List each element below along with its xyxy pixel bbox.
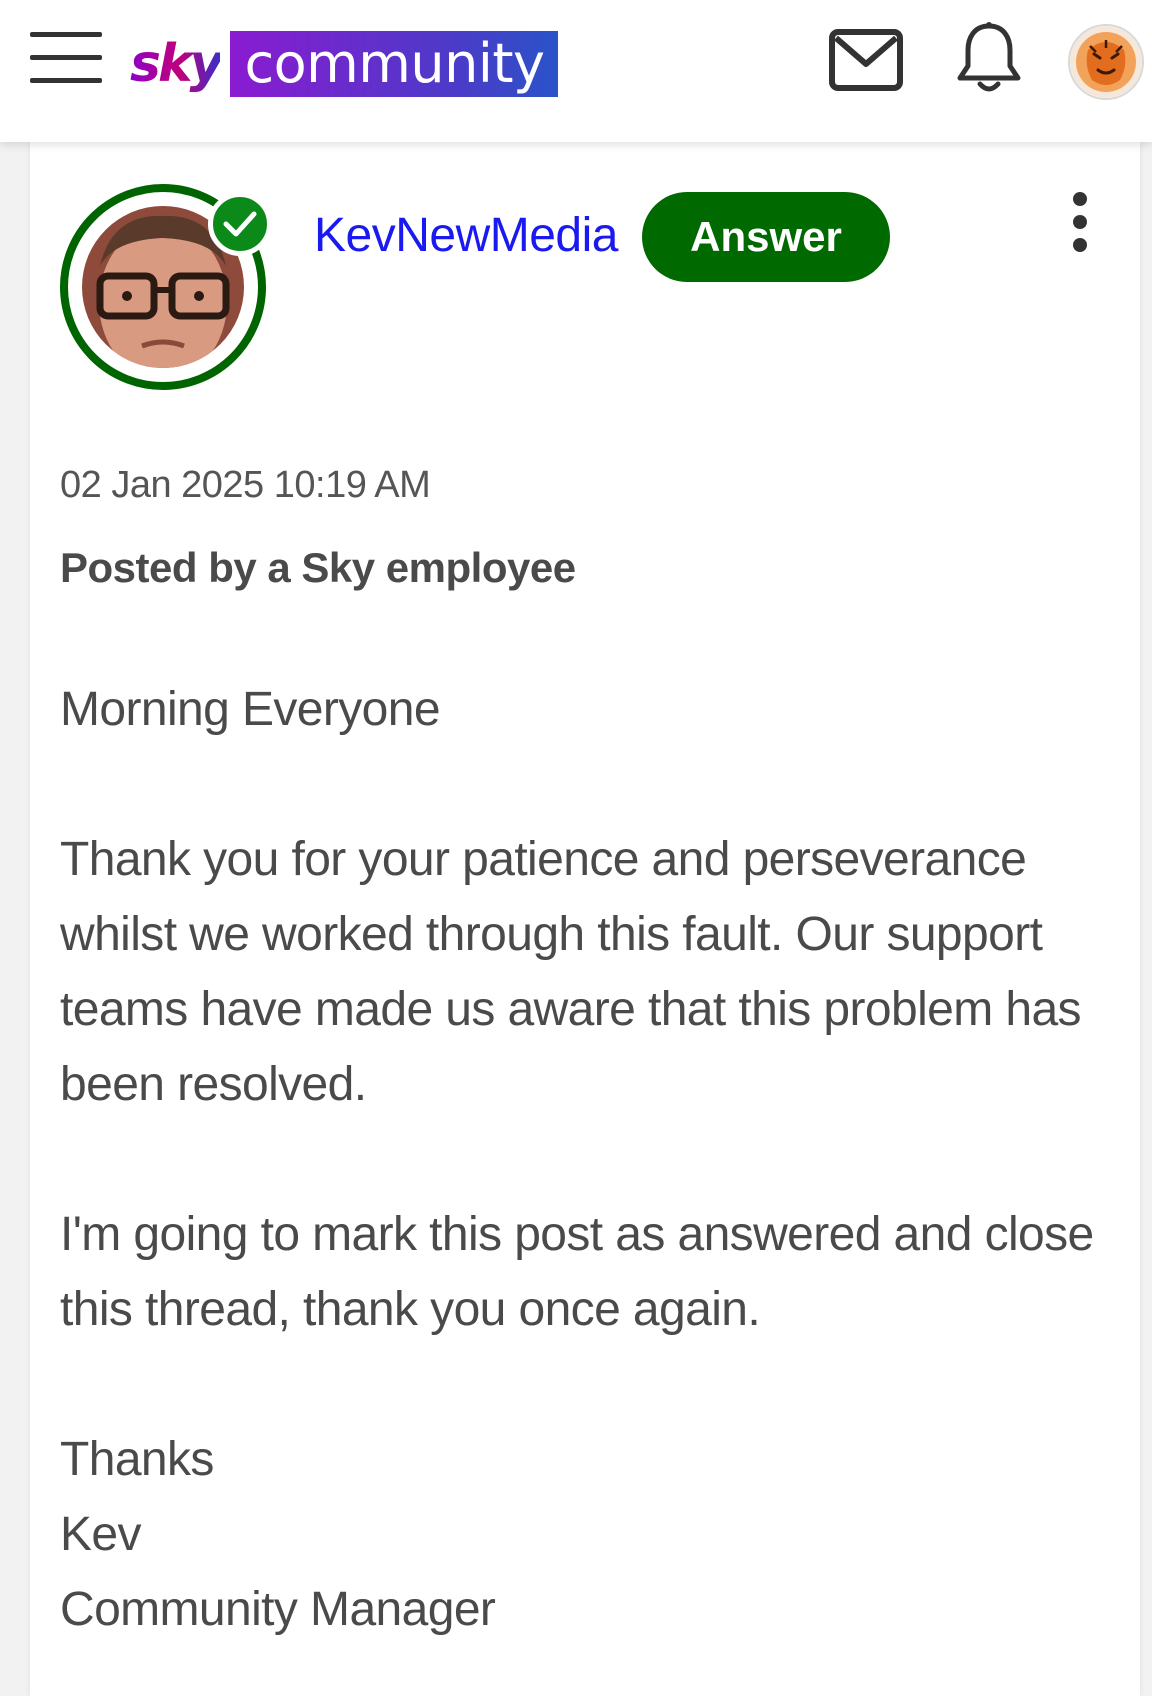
post-paragraph: I'm going to mark this post as answered … (60, 1208, 1094, 1336)
logo-community-text: community (230, 31, 559, 97)
post-body: Morning Everyone Thank you for your pati… (60, 672, 1120, 1647)
more-vertical-icon[interactable] (1060, 190, 1100, 254)
post-greeting: Morning Everyone (60, 683, 441, 736)
employee-label: Posted by a Sky employee (60, 544, 576, 591)
author-avatar[interactable] (60, 184, 272, 390)
signature-name: Kev (60, 1508, 142, 1561)
post-card: KevNewMedia Answer 02 Jan 2025 10:19 AM … (30, 142, 1140, 1696)
signature-thanks: Thanks (60, 1433, 214, 1486)
signature-title: Community Manager (60, 1583, 496, 1636)
author-name-link[interactable]: KevNewMedia (314, 206, 618, 266)
post-paragraph: Thank you for your patience and persever… (60, 833, 1082, 1111)
menu-icon[interactable] (30, 30, 102, 86)
sky-community-logo[interactable]: sky community (130, 30, 559, 98)
top-navigation-bar: sky community (0, 0, 1152, 142)
post-timestamp: 02 Jan 2025 10:19 AM (60, 464, 431, 506)
mail-icon[interactable] (828, 28, 904, 92)
verified-check-icon (208, 192, 272, 256)
logo-sky-text: sky (130, 30, 223, 98)
user-avatar[interactable] (1068, 24, 1144, 100)
bell-icon[interactable] (954, 20, 1024, 96)
answer-badge: Answer (642, 192, 890, 282)
